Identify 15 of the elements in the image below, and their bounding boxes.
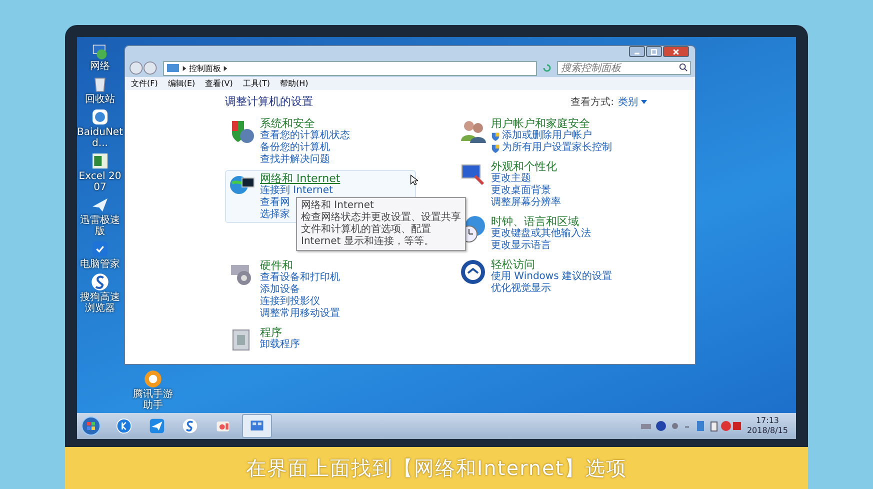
page-title: 调整计算机的设置: [225, 94, 314, 109]
tooltip-text: 检查网络状态并更改设置、设置共享文件和计算机的首选项、配置 Internet 显示和连接，等等。: [301, 212, 461, 248]
caption-text: 在界面上面找到【网络和Internet】选项: [246, 454, 628, 482]
clock-time: 17:13: [756, 416, 780, 426]
desktop-icon-label: Excel 2007: [78, 171, 122, 193]
tooltip-title: 网络和 Internet: [301, 200, 375, 212]
desktop-icon-label: 电脑管家: [80, 259, 120, 270]
clock-date: 2018/8/15: [746, 426, 788, 436]
desktop-icon-label: 搜狗高速浏览器: [79, 292, 121, 314]
desktop-icon-label: BaiduNetd...: [77, 127, 123, 149]
desktop-icon-label: 迅雷极速版: [79, 215, 121, 237]
view-by-label: 查看方式:: [570, 96, 614, 108]
desktop-icon-label: 网络: [90, 61, 110, 72]
desktop-icon-label: 回收站: [85, 94, 115, 105]
desktop-icon-label: 腾讯手游助手: [132, 389, 174, 411]
